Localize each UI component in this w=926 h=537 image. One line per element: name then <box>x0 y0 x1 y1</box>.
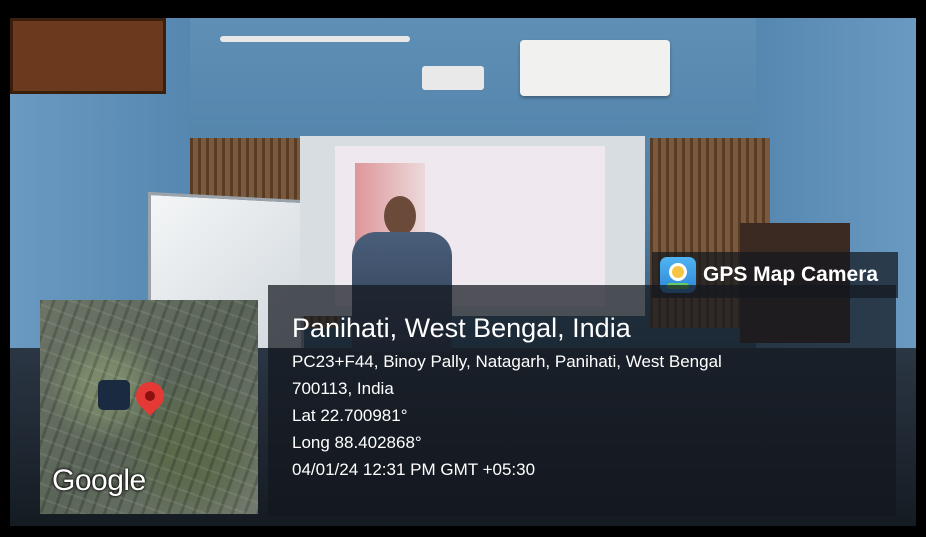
speaker-head <box>384 196 416 236</box>
satellite-map-thumbnail: Google <box>40 300 258 514</box>
map-water-body <box>98 380 130 410</box>
address-line-2: 700113, India <box>292 379 394 398</box>
datetime: 04/01/24 12:31 PM GMT +05:30 <box>292 460 536 479</box>
ceiling-projector <box>422 66 484 90</box>
geotag-info: Panihati, West Bengal, India PC23+F44, B… <box>292 310 722 483</box>
address-line-1: PC23+F44, Binoy Pally, Natagarh, Panihat… <box>292 352 722 371</box>
photo-frame: GPS Map Camera Google Panihati, West Ben… <box>0 0 926 537</box>
latitude: Lat 22.700981° <box>292 406 408 425</box>
wall-cabinet <box>10 18 166 94</box>
map-location-pin-icon <box>130 376 170 416</box>
longitude: Long 88.402868° <box>292 433 422 452</box>
gps-app-name: GPS Map Camera <box>703 263 879 286</box>
place-name: Panihati, West Bengal, India <box>292 313 631 343</box>
tube-light <box>220 36 410 42</box>
map-provider-label: Google <box>52 464 146 497</box>
air-conditioner <box>520 40 670 96</box>
